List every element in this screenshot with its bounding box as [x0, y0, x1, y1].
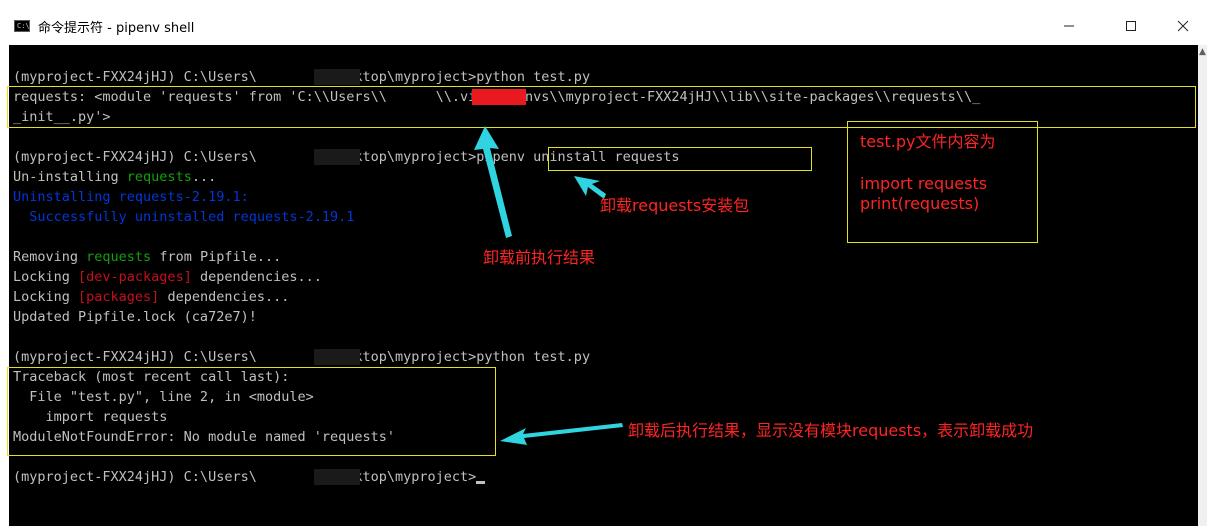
console-line: (myproject-FXX24jHJ) C:\Users\ \Desktop\…	[13, 69, 591, 85]
redaction-mark	[314, 469, 360, 485]
close-icon	[1177, 20, 1189, 32]
code-note-box: test.py文件内容为 import requests print(reque…	[847, 121, 1038, 243]
console-line: (myproject-FXX24jHJ) C:\Users\ \Desktop\…	[13, 349, 591, 365]
maximize-icon	[1126, 21, 1136, 31]
console-line: Successfully uninstalled requests-2.19.1	[13, 209, 355, 225]
after-result-annotation: 卸载后执行结果，显示没有模块requests，表示卸载成功	[628, 421, 1034, 440]
console-line: Updated Pipfile.lock (ca72e7)!	[13, 309, 257, 325]
console-line: Uninstalling requests-2.19.1:	[13, 189, 249, 205]
console-line: Locking [packages] dependencies...	[13, 289, 290, 305]
note-title: test.py文件内容为	[860, 132, 996, 151]
title-bar: C:\ 命令提示符 - pipenv shell	[0, 0, 1207, 44]
scroll-up-icon[interactable]: ▲	[1198, 47, 1207, 57]
maximize-button[interactable]	[1108, 10, 1154, 42]
redaction-mark	[314, 69, 360, 85]
after-result-highlight	[7, 367, 496, 456]
console-line: (myproject-FXX24jHJ) C:\Users\ \Desktop\…	[13, 467, 486, 487]
text-cursor	[476, 481, 486, 484]
redaction-mark	[314, 349, 360, 365]
uninstall-annotation: 卸载requests安装包	[600, 196, 750, 215]
cmd-icon: C:\	[14, 20, 30, 32]
console-line: Un-installing requests...	[13, 169, 217, 185]
uninstall-command-highlight	[548, 147, 812, 171]
before-result-annotation: 卸载前执行结果	[483, 248, 596, 267]
note-line: import requests	[860, 174, 988, 193]
redaction-mark	[314, 149, 360, 165]
window-title: 命令提示符 - pipenv shell	[38, 21, 195, 36]
close-button[interactable]	[1160, 10, 1206, 42]
scrollbar[interactable]: ▲	[1198, 45, 1207, 526]
console-line: Locking [dev-packages] dependencies...	[13, 269, 322, 285]
note-line: print(requests)	[860, 194, 980, 213]
console-line: Removing requests from Pipfile...	[13, 249, 282, 265]
minimize-icon	[1064, 25, 1074, 27]
minimize-button[interactable]	[1046, 10, 1092, 42]
